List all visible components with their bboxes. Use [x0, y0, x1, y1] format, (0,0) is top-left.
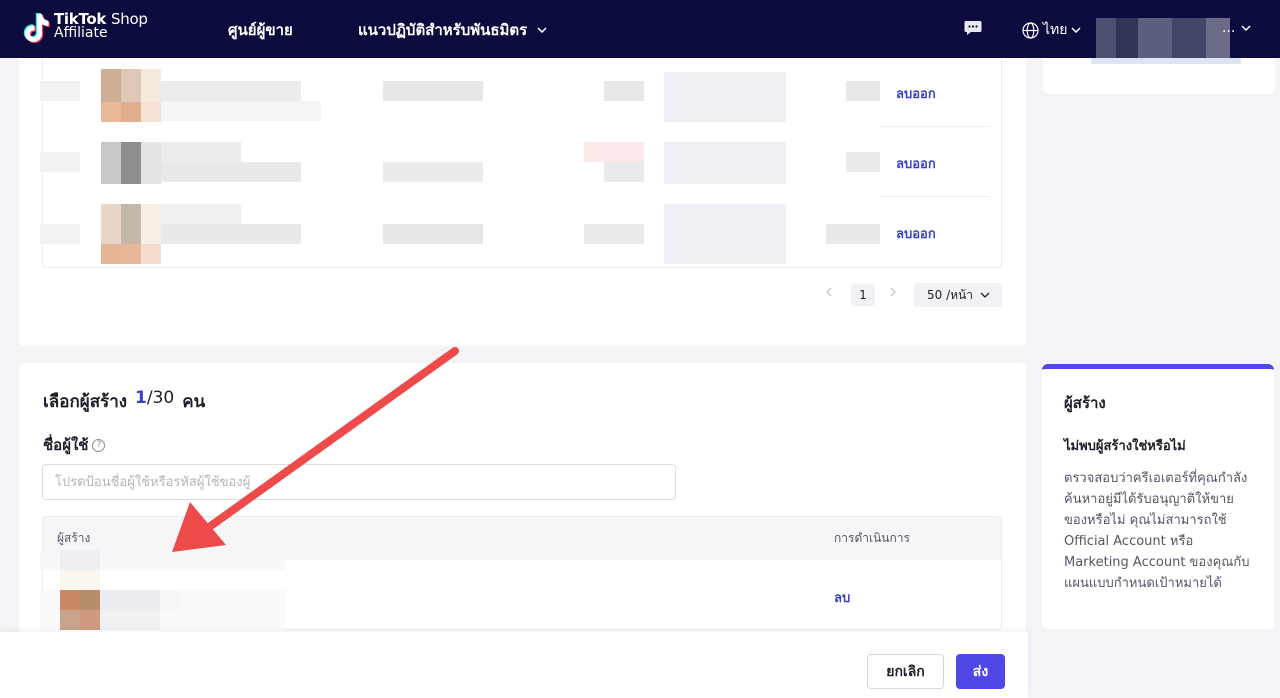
creator-count: 1/30: [135, 388, 174, 415]
chevron-down-icon: [1241, 25, 1251, 31]
header-action: การดำเนินการ: [834, 531, 910, 545]
help-panel-body: ตรวจสอบว่าครีเอเตอร์ที่คุณกำลังค้นหาอยู่…: [1064, 471, 1250, 591]
product-thumbnail: [101, 142, 161, 184]
page-size-label: 50 /หน้า: [927, 287, 973, 302]
nav-partner-guidelines-label: แนวปฏิบัติสำหรับพันธมิตร: [358, 21, 528, 39]
creator-help-panel: ผู้สร้าง ไม่พบผู้สร้างใช่หรือไม่ ตรวจสอบ…: [1042, 364, 1274, 629]
chevron-down-icon: [1071, 27, 1082, 33]
message-icon[interactable]: [964, 20, 982, 36]
help-icon[interactable]: ?: [92, 438, 106, 452]
pagination-current-page[interactable]: 1: [851, 284, 875, 306]
select-creators-heading: เลือกผู้สร้าง 1/30 คน: [43, 388, 205, 415]
remove-product-link[interactable]: ลบออก: [896, 223, 936, 244]
send-button[interactable]: ส่ง: [956, 654, 1005, 689]
chevron-right-icon: [890, 287, 896, 297]
nav-seller-center[interactable]: ศูนย์ผู้ขาย: [228, 18, 293, 42]
creator-count-selected: 1: [135, 388, 147, 408]
creator-count-unit: คน: [182, 392, 206, 412]
language-selector[interactable]: ไทย: [1022, 19, 1082, 41]
top-nav-bar: TikTok Shop Affiliate ศูนย์ผู้ขาย แนวปฏิ…: [0, 0, 1280, 60]
username-label: ชื่อผู้ใช้ ?: [43, 433, 106, 457]
pagination-next-button[interactable]: [890, 286, 896, 300]
account-menu[interactable]: ...: [1222, 20, 1251, 36]
chevron-down-icon: [980, 292, 990, 298]
pagination-prev-button[interactable]: [826, 286, 832, 300]
creator-count-total: /30: [146, 388, 175, 408]
side-summary-card: [1043, 58, 1275, 94]
remove-product-link[interactable]: ลบออก: [896, 153, 936, 174]
help-panel-question: ไม่พบผู้สร้างใช่หรือไม่: [1064, 439, 1186, 454]
chevron-left-icon: [826, 287, 832, 297]
tiktok-logo-icon: [23, 13, 50, 43]
header-creator: ผู้สร้าง: [57, 531, 91, 545]
nav-partner-guidelines[interactable]: แนวปฏิบัติสำหรับพันธมิตร: [358, 18, 547, 42]
tiktok-shop-affiliate-logo[interactable]: TikTok Shop Affiliate: [22, 12, 148, 44]
chevron-down-icon: [537, 27, 547, 33]
brand-shop: Shop: [111, 10, 148, 28]
account-name-blurred[interactable]: [1096, 18, 1230, 60]
remove-product-link[interactable]: ลบออก: [896, 83, 936, 104]
select-creators-title: เลือกผู้สร้าง: [43, 392, 128, 412]
globe-icon: [1022, 21, 1039, 39]
username-search-input[interactable]: [42, 464, 676, 500]
brand-affiliate: Affiliate: [54, 25, 108, 41]
username-label-text: ชื่อผู้ใช้: [43, 436, 89, 454]
cancel-button[interactable]: ยกเลิก: [867, 654, 944, 689]
page-size-select[interactable]: 50 /หน้า: [914, 283, 1002, 307]
account-ellipsis: ...: [1222, 20, 1236, 36]
help-panel-title: ผู้สร้าง: [1064, 394, 1106, 412]
language-label: ไทย: [1043, 22, 1068, 38]
delete-creator-link[interactable]: ลบ: [834, 587, 850, 608]
brand-text: TikTok Shop Affiliate: [54, 10, 148, 41]
nav-seller-center-label: ศูนย์ผู้ขาย: [228, 21, 293, 39]
